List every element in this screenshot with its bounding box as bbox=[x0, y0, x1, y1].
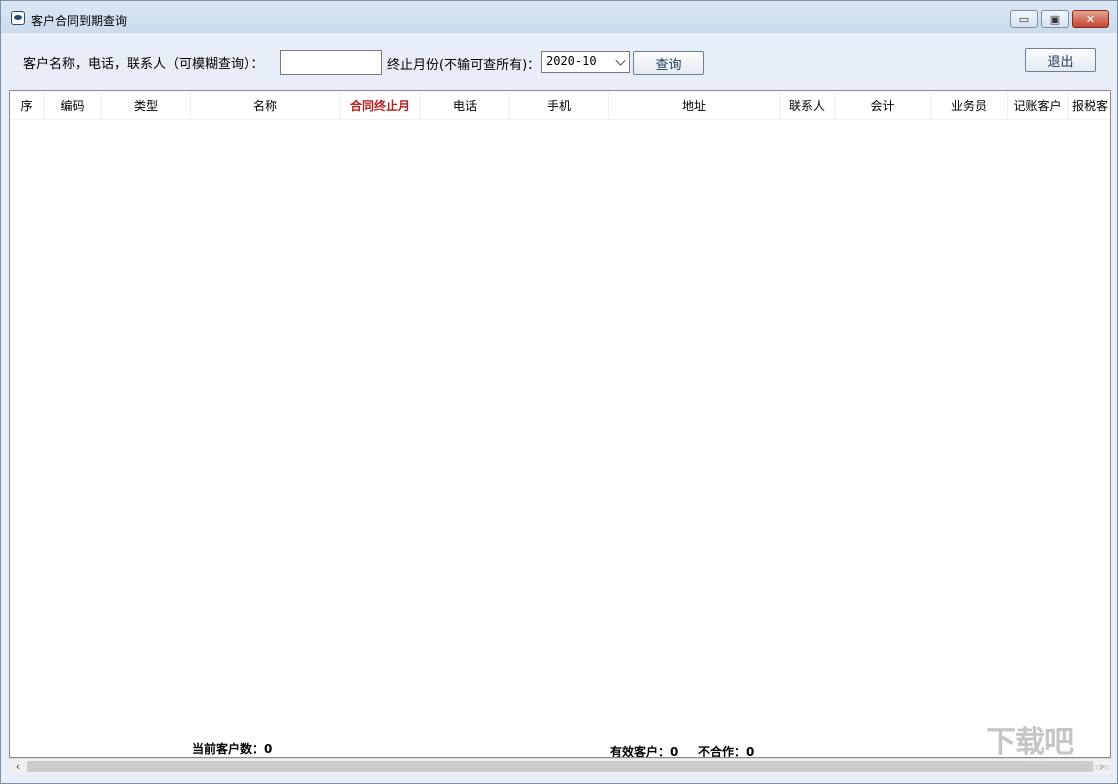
watermark-url: www.xiazaiba.com bbox=[1026, 763, 1110, 773]
table-header: 序 编码 类型 名称 合同终止月 电话 手机 地址 联系人 会计 业务员 记账客… bbox=[10, 91, 1110, 120]
app-icon bbox=[11, 11, 25, 25]
scroll-left-icon[interactable]: ‹ bbox=[11, 760, 25, 774]
title-bar: 客户合同到期查询 ▭ ▣ ✕ bbox=[1, 1, 1117, 33]
maximize-button[interactable]: ▣ bbox=[1041, 10, 1069, 28]
inactive-customer-count: 不合作：0 bbox=[698, 745, 755, 758]
close-button[interactable]: ✕ bbox=[1072, 10, 1109, 28]
col-header-address[interactable]: 地址 bbox=[609, 91, 780, 119]
horizontal-scrollbar[interactable]: ‹ › bbox=[9, 758, 1111, 774]
query-button[interactable]: 查询 bbox=[633, 51, 704, 75]
scroll-thumb[interactable] bbox=[27, 761, 1093, 772]
contract-table[interactable]: 序 编码 类型 名称 合同终止月 电话 手机 地址 联系人 会计 业务员 记账客… bbox=[9, 90, 1111, 758]
maximize-icon: ▣ bbox=[1049, 12, 1061, 26]
col-header-accountant[interactable]: 会计 bbox=[835, 91, 931, 119]
main-window: 客户合同到期查询 ▭ ▣ ✕ 客户名称，电话，联系人（可模糊查询）： 终止月份(… bbox=[0, 0, 1118, 784]
watermark-logo: 下载吧 www.xiazaiba.com bbox=[986, 723, 1111, 783]
customer-search-label: 客户名称，电话，联系人（可模糊查询）： bbox=[23, 57, 264, 72]
col-header-index[interactable]: 序 bbox=[10, 91, 44, 119]
col-header-type[interactable]: 类型 bbox=[102, 91, 191, 119]
customer-search-input[interactable] bbox=[280, 50, 382, 75]
chevron-down-icon bbox=[615, 55, 626, 66]
col-header-name[interactable]: 名称 bbox=[191, 91, 340, 119]
end-month-label: 终止月份(不输可查所有)： bbox=[387, 58, 541, 73]
col-header-phone[interactable]: 电话 bbox=[421, 91, 510, 119]
col-header-bookkeeping-customer[interactable]: 记账客户 bbox=[1008, 91, 1068, 119]
col-header-code[interactable]: 编码 bbox=[44, 91, 102, 119]
end-month-value: 2020-10 bbox=[546, 54, 597, 68]
watermark-text: 下载吧 bbox=[986, 725, 1074, 760]
end-month-select[interactable]: 2020-10 bbox=[541, 51, 630, 73]
minimize-icon: ▭ bbox=[1018, 12, 1030, 26]
valid-customer-count: 有效客户：0 bbox=[610, 745, 679, 758]
exit-button[interactable]: 退出 bbox=[1025, 48, 1096, 72]
current-customer-count: 当前客户数：0 bbox=[192, 742, 273, 756]
col-header-salesperson[interactable]: 业务员 bbox=[931, 91, 1008, 119]
col-header-mobile[interactable]: 手机 bbox=[510, 91, 609, 119]
col-header-contract-end-month[interactable]: 合同终止月 bbox=[340, 91, 421, 119]
search-toolbar: 客户名称，电话，联系人（可模糊查询）： 终止月份(不输可查所有)： 2020-1… bbox=[9, 35, 1109, 89]
col-header-tax-customer[interactable]: 报税客 bbox=[1068, 91, 1110, 119]
col-header-contact[interactable]: 联系人 bbox=[780, 91, 835, 119]
minimize-button[interactable]: ▭ bbox=[1010, 10, 1038, 28]
window-title: 客户合同到期查询 bbox=[31, 14, 128, 28]
close-icon: ✕ bbox=[1085, 12, 1096, 26]
